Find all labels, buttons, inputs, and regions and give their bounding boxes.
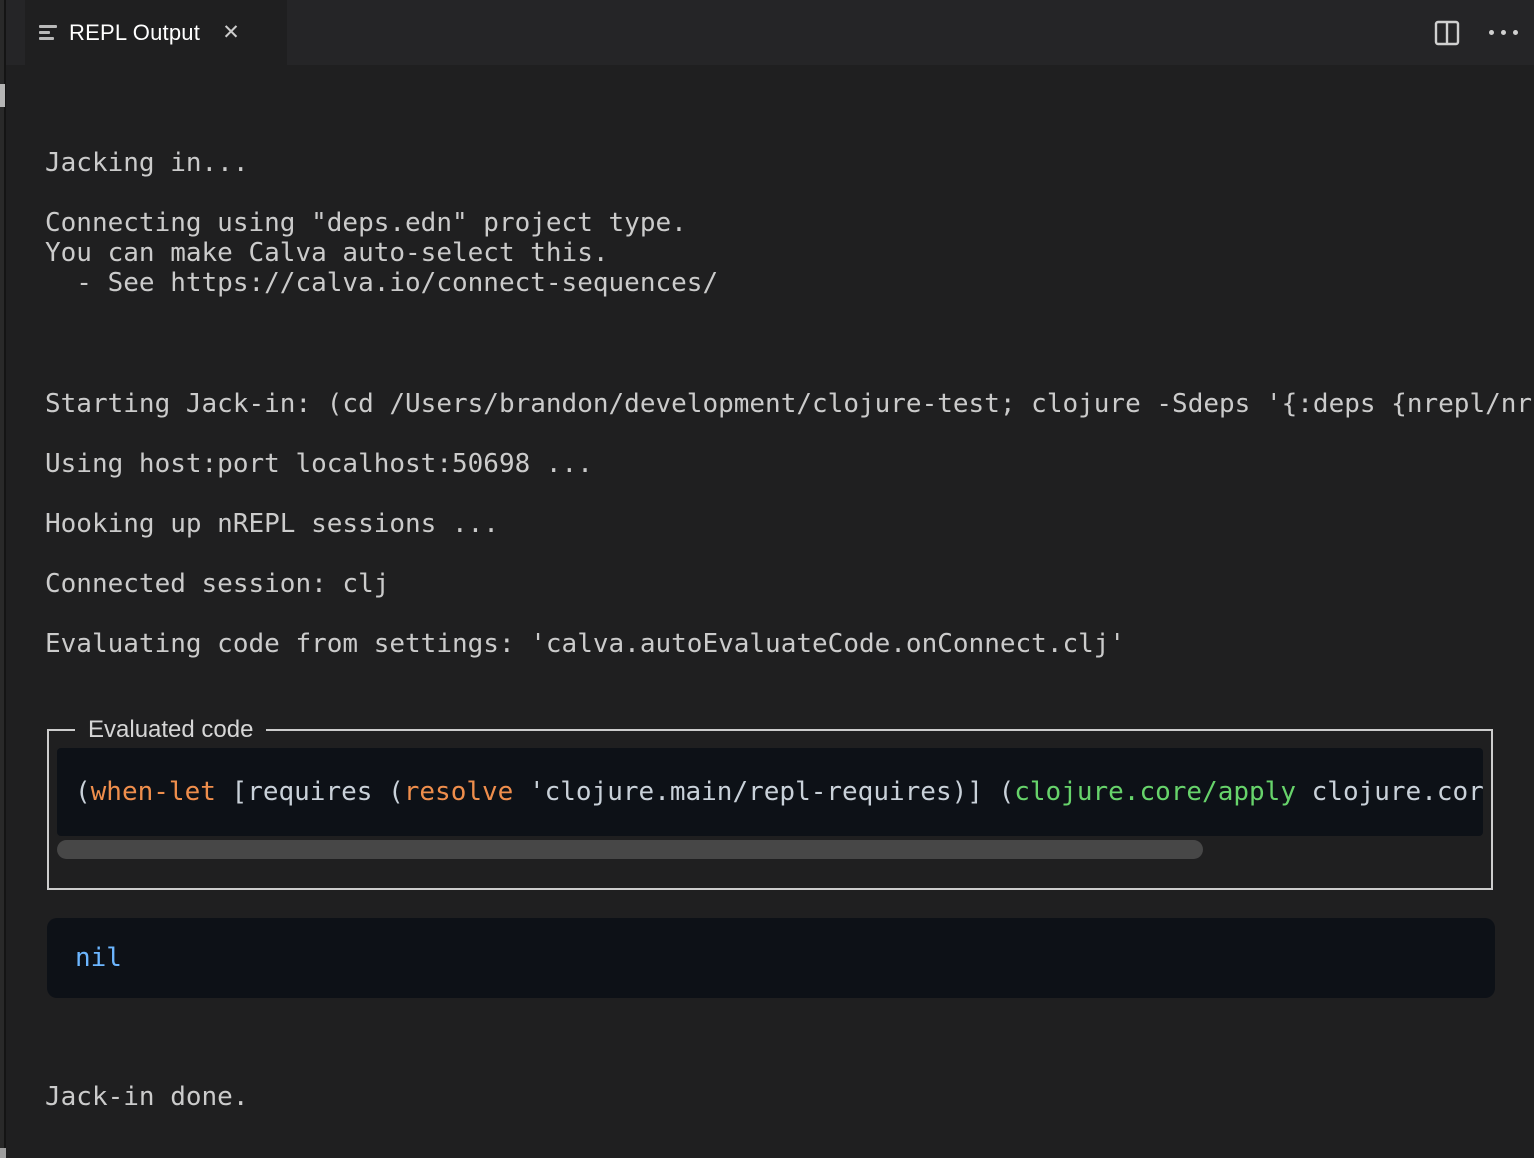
output-line-connecting: Connecting using "deps.edn" project type… — [45, 208, 687, 238]
output-line-jacking-in: Jacking in... — [45, 148, 249, 178]
adjacent-panel-edge — [0, 0, 6, 1158]
evaluated-code-line: (when-let [requires (resolve 'clojure.ma… — [57, 777, 1483, 807]
tab-close-icon[interactable]: ✕ — [216, 18, 246, 48]
editor-actions — [1430, 0, 1520, 65]
tab-title: REPL Output — [69, 20, 200, 46]
adjacent-panel-fragment-bottom — [0, 1148, 6, 1158]
result-box: nil — [47, 918, 1495, 998]
output-line-hooking: Hooking up nREPL sessions ... — [45, 509, 499, 539]
output-line-connected-session: Connected session: clj — [45, 569, 389, 599]
split-editor-icon[interactable] — [1430, 16, 1464, 50]
output-line-host-port: Using host:port localhost:50698 ... — [45, 449, 593, 479]
output-line-autoselect: You can make Calva auto-select this. — [45, 238, 609, 268]
evaluated-code-block: (when-let [requires (resolve 'clojure.ma… — [57, 748, 1483, 836]
editor-tab-bar: REPL Output ✕ — [6, 0, 1534, 65]
result-value: nil — [47, 943, 122, 973]
code-horizontal-scrollbar[interactable] — [57, 838, 1483, 860]
output-line-starting-jackin: Starting Jack-in: (cd /Users/brandon/dev… — [45, 389, 1532, 419]
adjacent-panel-fragment-top — [0, 84, 5, 107]
more-actions-icon[interactable] — [1486, 16, 1520, 50]
output-line-see-link: - See https://calva.io/connect-sequences… — [45, 268, 718, 298]
output-line-jackin-done: Jack-in done. — [45, 1082, 249, 1112]
output-line-evaluating-settings: Evaluating code from settings: 'calva.au… — [45, 629, 1125, 659]
output-icon — [39, 25, 59, 41]
code-scrollbar-thumb[interactable] — [57, 840, 1203, 859]
evaluated-code-fieldset: Evaluated code (when-let [requires (reso… — [47, 729, 1493, 890]
evaluated-code-legend: Evaluated code — [75, 714, 266, 746]
tab-repl-output[interactable]: REPL Output ✕ — [25, 0, 287, 65]
